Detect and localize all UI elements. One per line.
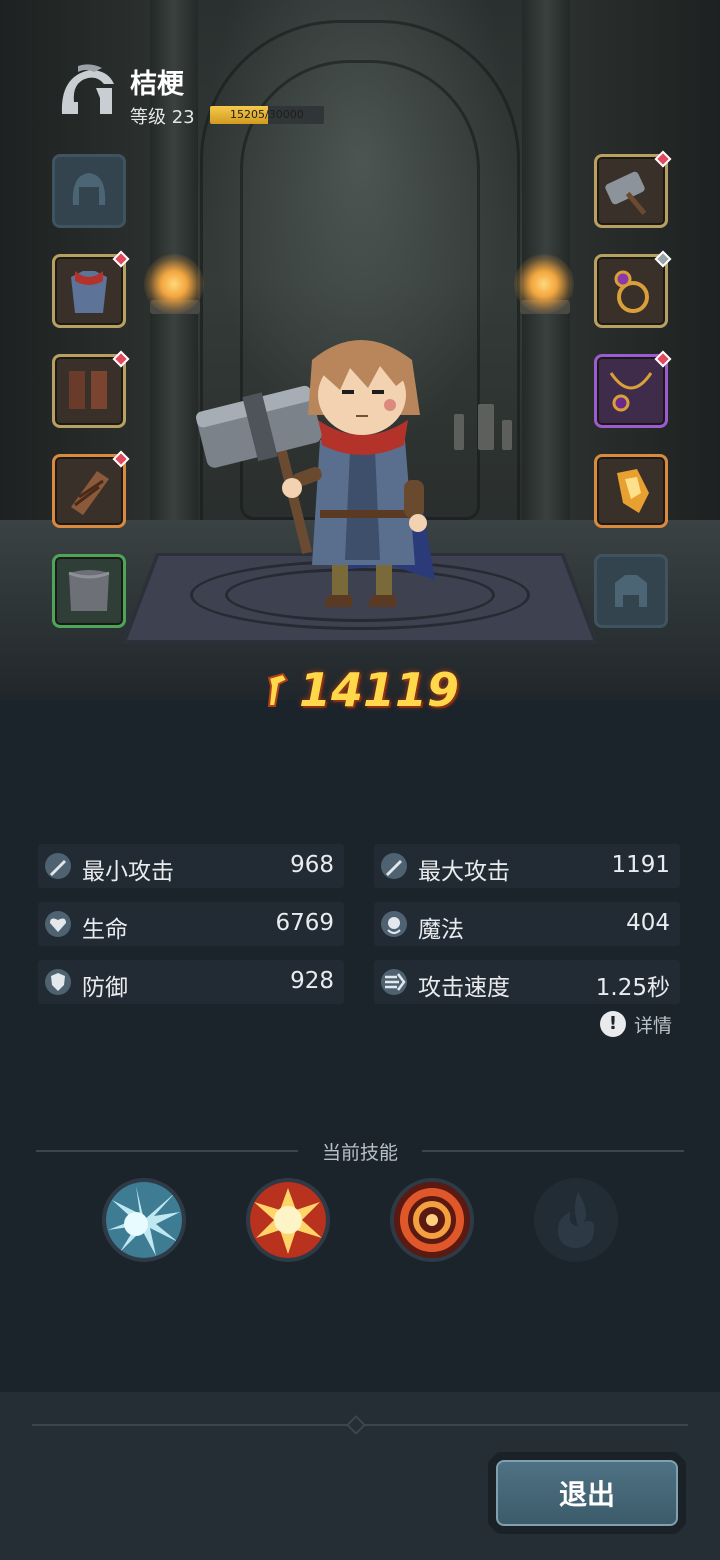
details-button[interactable]: ! 详情 — [600, 1010, 672, 1038]
torch-flame — [144, 254, 204, 314]
stat-label: 最大攻击 — [418, 859, 510, 885]
stat-value: 968 — [290, 852, 334, 878]
hammer-icon — [605, 171, 647, 216]
necklace-icon — [609, 372, 653, 412]
helmet-icon — [72, 173, 106, 205]
heart-icon — [45, 911, 71, 937]
skill-fire-vortex[interactable] — [390, 1178, 474, 1262]
explosion-skill-icon — [250, 1182, 326, 1258]
divider — [422, 1150, 684, 1152]
stat-defense: 防御 928 — [38, 960, 344, 1004]
stat-max-attack: 最大攻击 1191 — [374, 844, 680, 888]
stat-value: 404 — [626, 910, 670, 936]
torch-flame — [514, 254, 574, 314]
stat-magic: 魔法 404 — [374, 902, 680, 946]
stat-health: 生命 6769 — [38, 902, 344, 946]
equip-slot-weapon[interactable] — [594, 150, 672, 228]
power-icon — [267, 672, 289, 707]
details-label: 详情 — [634, 1014, 673, 1037]
hero-character — [196, 340, 435, 607]
equip-slot-crystal[interactable] — [594, 454, 668, 528]
magic-icon — [381, 911, 407, 937]
stat-value: 6769 — [275, 910, 334, 936]
stat-min-attack: 最小攻击 968 — [38, 844, 344, 888]
flame-skill-icon — [558, 1192, 595, 1248]
sword-icon — [381, 853, 407, 879]
speed-icon — [381, 969, 407, 995]
stat-value: 1.25秒 — [595, 975, 670, 1001]
skills-title: 当前技能 — [321, 1142, 398, 1164]
skill-explosion[interactable] — [246, 1178, 330, 1262]
player-name: 桔梗 — [130, 69, 184, 100]
pants-icon — [68, 570, 110, 611]
equip-slot-pants[interactable] — [52, 554, 126, 628]
exclamation-icon: ! — [600, 1011, 626, 1037]
fire-vortex-skill-icon — [394, 1182, 470, 1258]
pet-icon — [615, 575, 647, 607]
stat-label: 最小攻击 — [82, 859, 174, 885]
divider — [36, 1150, 298, 1152]
equip-slot-pet[interactable] — [594, 554, 668, 628]
ring-icon — [614, 270, 649, 313]
equip-slot-ring[interactable] — [594, 250, 672, 328]
stat-label: 生命 — [82, 917, 128, 943]
stat-attack-speed: 攻击速度 1.25秒 — [374, 960, 680, 1004]
combat-power: 14119 — [260, 662, 460, 718]
stat-label: 魔法 — [418, 917, 464, 943]
player-level: 等级 23 — [130, 107, 195, 128]
skill-flame-locked[interactable] — [534, 1178, 618, 1262]
shield-icon — [45, 969, 71, 995]
equip-slot-bracers[interactable] — [52, 450, 130, 528]
exit-button-face: 退出 — [496, 1460, 678, 1526]
exit-label: 退出 — [558, 1478, 615, 1511]
equip-slot-helmet[interactable] — [52, 154, 126, 228]
exit-button[interactable]: 退出 — [488, 1452, 686, 1534]
player-avatar-helmet-icon[interactable] — [56, 62, 118, 124]
stat-label: 防御 — [82, 975, 128, 1001]
boots-icon — [69, 371, 107, 409]
candles — [448, 400, 518, 450]
stat-value: 928 — [290, 968, 334, 994]
sword-icon — [45, 853, 71, 879]
chest-armor-icon — [71, 271, 107, 313]
equip-slot-boots[interactable] — [52, 350, 130, 428]
stat-value: 1191 — [611, 852, 670, 878]
xp-text: 15205/30000 — [230, 108, 304, 121]
equip-slot-chest[interactable] — [52, 250, 130, 328]
combat-power-value: 14119 — [298, 663, 460, 717]
ice-burst-skill-icon — [106, 1182, 182, 1258]
stat-label: 攻击速度 — [418, 975, 510, 1001]
crystal-icon — [617, 469, 649, 513]
equip-slot-necklace[interactable] — [594, 350, 672, 428]
xp-bar: 15205/30000 — [210, 106, 324, 124]
bracers-icon — [71, 471, 109, 515]
skill-ice-burst[interactable] — [102, 1178, 186, 1262]
